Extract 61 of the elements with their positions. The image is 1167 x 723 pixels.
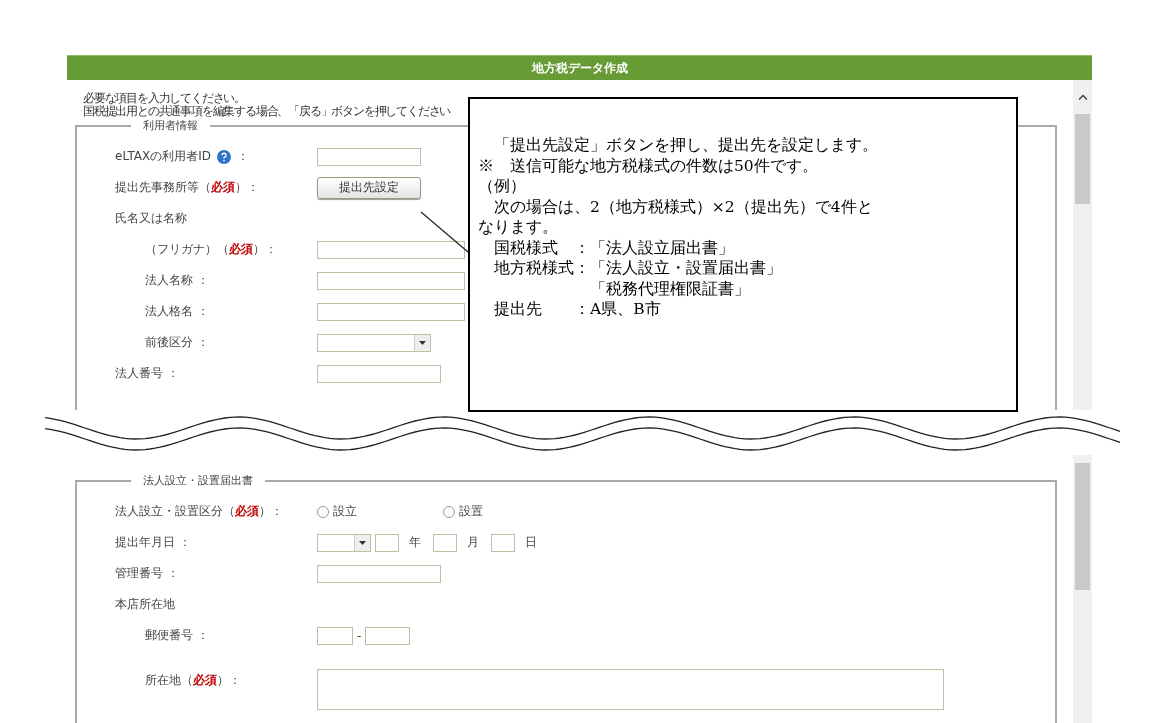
dropdown[interactable]	[317, 333, 431, 352]
input-field[interactable]	[317, 240, 465, 259]
callout-text: 提出先 ：A県、B市	[493, 299, 661, 320]
unit-label: 月	[467, 534, 479, 551]
dropdown-arrow-icon	[419, 340, 426, 345]
callout-text: 国税様式 ：「法人設立届出書」	[493, 237, 734, 258]
window-title: 地方税データ作成	[531, 60, 628, 76]
separator-text: -	[357, 628, 362, 643]
input-field[interactable]	[317, 147, 421, 166]
input-field[interactable]	[317, 626, 353, 645]
scrollbar[interactable]	[1073, 455, 1092, 723]
input-field[interactable]	[375, 533, 399, 552]
leader-line	[420, 211, 469, 253]
radio-option[interactable]: 設置	[443, 503, 523, 520]
callout-text: 「提出先設定」ボタンを押し、提出先を設定します。	[493, 135, 878, 156]
field-label: 法人格名 ：	[145, 303, 209, 320]
callout-text: （例）	[478, 176, 526, 197]
field-label: 管理番号 ：	[115, 565, 179, 582]
group-legend: 利用者情報	[131, 118, 210, 133]
field-label: 法人名称 ：	[145, 272, 209, 289]
input-field[interactable]	[433, 533, 457, 552]
input-field[interactable]	[365, 626, 411, 645]
field-label: ：	[237, 148, 250, 165]
field-label: 法人設立・設置区分（必須）：	[115, 503, 283, 520]
field-label: 氏名又は名称	[115, 210, 187, 227]
input-field[interactable]	[317, 364, 441, 383]
radio-circle[interactable]	[317, 505, 329, 518]
input-field[interactable]	[317, 564, 441, 583]
field-label: 所在地（必須）：	[145, 671, 241, 689]
scrollbar-thumb[interactable]	[1075, 463, 1090, 590]
dropdown-arrow-icon	[359, 540, 366, 545]
radio-circle[interactable]	[443, 505, 455, 518]
scrollbar[interactable]	[1073, 80, 1092, 410]
field-label: 提出先事務所等（必須）：	[115, 179, 259, 196]
text-area[interactable]	[317, 668, 944, 710]
instruction-text: 必要な項目を入力してください。	[83, 92, 246, 105]
field-label: 本店所在地	[115, 596, 175, 613]
unit-label: 日	[525, 534, 537, 551]
field-label: 提出年月日 ：	[115, 534, 191, 551]
callout-text: ※ 送信可能な地方税様式の件数は50件です。	[478, 155, 818, 176]
callout-text: 地方税様式：「法人設立・設置届出書」	[493, 258, 782, 279]
input-field[interactable]	[491, 533, 515, 552]
set-destination-button[interactable]: 提出先設定	[317, 176, 421, 199]
input-field[interactable]	[317, 302, 465, 321]
callout-text: なります。	[478, 217, 558, 238]
unit-label: 年	[409, 534, 421, 551]
callout-text: 「税務代理権限証書」	[589, 278, 750, 299]
group-legend: 法人設立・設置届出書	[131, 473, 265, 488]
callout-text: 次の場合は、2（地方税様式）×2（提出先）で4件と	[493, 196, 873, 217]
field-label: 郵便番号 ：	[145, 627, 209, 644]
field-label: eLTAXの利用者ID	[115, 148, 212, 165]
field-label: 法人番号 ：	[115, 365, 179, 382]
instruction-text: 国税提出用との共通事項を編集する場合、「戻る」ボタンを押してください	[83, 105, 452, 118]
radio-option[interactable]: 設立	[317, 503, 443, 520]
scrollbar-thumb[interactable]	[1075, 114, 1090, 204]
dropdown[interactable]	[317, 533, 371, 552]
field-label: 前後区分 ：	[145, 334, 209, 351]
scroll-up-icon[interactable]	[1077, 94, 1088, 100]
field-label: （フリガナ）（必須）：	[145, 241, 277, 258]
help-icon[interactable]	[217, 149, 232, 164]
input-field[interactable]	[317, 271, 465, 290]
